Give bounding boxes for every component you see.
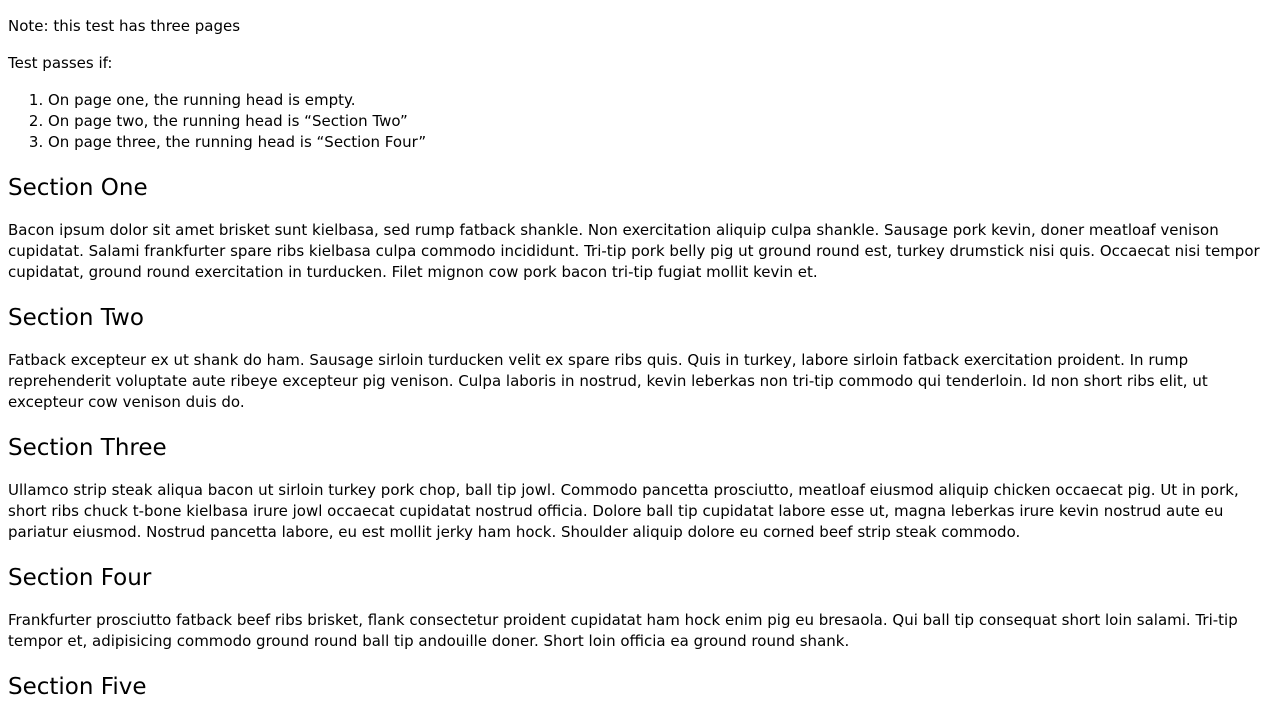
criteria-item: On page three, the running head is “Sect… <box>48 132 1272 153</box>
section-heading: Section Three <box>8 435 167 461</box>
section-three: Section Three Ullamco strip steak aliqua… <box>8 434 1272 543</box>
section-one: Section One Bacon ipsum dolor sit amet b… <box>8 174 1272 283</box>
document-page: Note: this test has three pages Test pas… <box>0 0 1280 701</box>
section-body: Ullamco strip steak aliqua bacon ut sirl… <box>8 481 1239 541</box>
section-four: Section Four Frankfurter prosciutto fatb… <box>8 564 1272 652</box>
criteria-item: On page two, the running head is “Sectio… <box>48 111 1272 132</box>
section-body: Frankfurter prosciutto fatback beef ribs… <box>8 611 1238 650</box>
section-two: Section Two Fatback excepteur ex ut shan… <box>8 304 1272 413</box>
section-body: Fatback excepteur ex ut shank do ham. Sa… <box>8 351 1208 411</box>
pass-criteria-list: On page one, the running head is empty. … <box>8 90 1272 153</box>
section-five: Section Five <box>8 673 1272 701</box>
section-heading: Section Five <box>8 674 147 700</box>
section-heading: Section One <box>8 175 148 201</box>
section-heading: Section Two <box>8 305 144 331</box>
section-heading: Section Four <box>8 565 152 591</box>
section-body: Bacon ipsum dolor sit amet brisket sunt … <box>8 221 1260 281</box>
test-note: Note: this test has three pages <box>8 17 241 35</box>
criteria-item: On page one, the running head is empty. <box>48 90 1272 111</box>
pass-criteria-intro: Test passes if: <box>8 54 113 72</box>
